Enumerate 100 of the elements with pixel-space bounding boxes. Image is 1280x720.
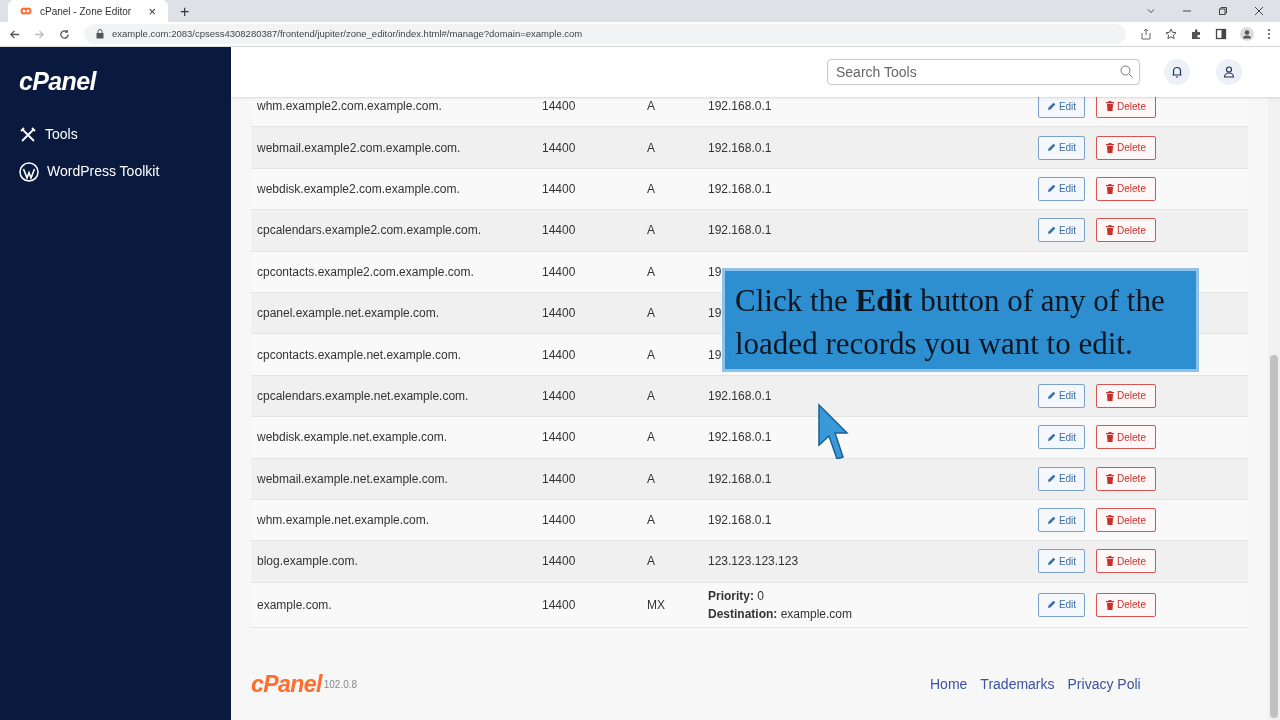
delete-button[interactable]: Delete	[1096, 466, 1156, 491]
trash-icon	[1106, 142, 1115, 153]
delete-button[interactable]: Delete	[1096, 97, 1156, 119]
edit-button[interactable]: Edit	[1038, 425, 1085, 450]
edit-button[interactable]: Edit	[1038, 176, 1085, 201]
tutorial-callout: Click the Edit button of any of the loaded records you want to edit.	[722, 268, 1199, 372]
trash-icon	[1106, 101, 1115, 112]
reload-icon[interactable]	[59, 28, 70, 40]
sidebar-item[interactable]: Tools	[19, 116, 231, 153]
table-cell-text: cpcontacts.example.net.example.com.	[257, 346, 463, 364]
footer-link[interactable]: Privacy Poli	[1067, 673, 1141, 695]
scrollbar[interactable]	[1268, 97, 1280, 720]
pencil-icon	[1046, 101, 1056, 111]
table-cell-text: Destination: example.com	[708, 605, 853, 623]
lock-icon	[96, 29, 104, 39]
table-cell-text: 14400	[542, 429, 577, 447]
trash-icon	[1106, 390, 1115, 401]
delete-button[interactable]: Delete	[1096, 218, 1156, 243]
table-cell-text: A	[647, 553, 656, 571]
table-cell-text: 192.168.0.1	[708, 180, 772, 198]
edit-button[interactable]: Edit	[1038, 218, 1085, 243]
edit-button[interactable]: Edit	[1038, 549, 1085, 574]
delete-button[interactable]: Delete	[1096, 176, 1156, 201]
tools-icon	[19, 125, 37, 144]
back-icon[interactable]	[9, 28, 20, 40]
edit-button[interactable]: Edit	[1038, 466, 1085, 491]
table-cell-text: Priority: 0	[708, 587, 765, 605]
delete-button[interactable]: Delete	[1096, 592, 1156, 617]
table-cell-text: 14400	[542, 98, 577, 116]
delete-button[interactable]: Delete	[1096, 508, 1156, 533]
table-cell-text: whm.example2.com.example.com.	[257, 98, 443, 116]
version-label: 102.0.8	[323, 677, 358, 692]
table-cell-text: MX	[647, 596, 666, 614]
pencil-icon	[1046, 184, 1056, 194]
table-cell-text: A	[647, 429, 656, 447]
delete-button[interactable]: Delete	[1096, 549, 1156, 574]
trash-icon	[1106, 515, 1115, 526]
table-cell-text: A	[647, 512, 656, 530]
new-tab-button[interactable]: +	[180, 4, 190, 20]
star-icon[interactable]	[1165, 28, 1177, 40]
table-cell-text: webmail.example.net.example.com.	[257, 470, 449, 488]
close-tab-button[interactable]: ×	[148, 4, 156, 18]
close-icon[interactable]	[1254, 6, 1264, 16]
table-cell-text: 192.168.0.1	[708, 222, 772, 240]
table-cell-text: 14400	[542, 346, 577, 364]
table-cell-text: cpcalendars.example2.com.example.com.	[257, 222, 483, 240]
profile-icon[interactable]	[1240, 27, 1254, 41]
side-panel-icon[interactable]	[1215, 28, 1227, 40]
bell-icon[interactable]	[1164, 59, 1190, 85]
trash-icon	[1106, 599, 1115, 610]
pencil-icon	[1046, 432, 1056, 442]
table-cell-text: 19	[708, 305, 722, 323]
pencil-icon	[1046, 143, 1056, 153]
user-icon[interactable]	[1216, 59, 1242, 85]
pencil-icon	[1046, 391, 1056, 401]
edit-button[interactable]: Edit	[1038, 383, 1085, 408]
delete-button[interactable]: Delete	[1096, 425, 1156, 450]
table-cell-text: A	[647, 346, 656, 364]
table-cell-text: cpanel.example.net.example.com.	[257, 305, 441, 323]
cpanel-logo: cPanel	[19, 69, 98, 94]
table-cell-text: 192.168.0.1	[708, 139, 772, 157]
table-cell-text: A	[647, 470, 656, 488]
pencil-icon	[1046, 225, 1056, 235]
footer-link[interactable]: Trademarks	[980, 673, 1055, 695]
edit-button[interactable]: Edit	[1038, 592, 1085, 617]
sidebar-item[interactable]: WordPress Toolkit	[19, 153, 231, 190]
share-icon[interactable]	[1140, 28, 1152, 40]
browser-tab[interactable]: cPanel - Zone Editor ×	[8, 0, 168, 22]
table-cell-text: 123.123.123.123	[708, 553, 799, 571]
table-cell-text: 14400	[542, 139, 577, 157]
edit-button[interactable]: Edit	[1038, 97, 1085, 119]
table-cell-text: webmail.example2.com.example.com.	[257, 139, 462, 157]
table-cell-text: 192.168.0.1	[708, 470, 772, 488]
pencil-icon	[1046, 557, 1056, 566]
table-cell-text: cpcalendars.example.net.example.com.	[257, 387, 470, 405]
table-cell-text: whm.example.net.example.com.	[257, 512, 431, 530]
delete-button[interactable]: Delete	[1096, 135, 1156, 160]
restore-icon[interactable]	[1218, 6, 1228, 16]
footer-link[interactable]: Home	[930, 673, 968, 695]
delete-button[interactable]: Delete	[1096, 383, 1156, 408]
edit-button[interactable]: Edit	[1038, 508, 1085, 533]
cursor-icon	[817, 403, 849, 459]
puzzle-icon[interactable]	[1190, 28, 1202, 40]
tab-title: cPanel - Zone Editor	[40, 4, 133, 19]
pencil-icon	[1046, 474, 1056, 484]
more-menu-icon[interactable]	[1267, 28, 1271, 40]
table-cell-text: 14400	[542, 305, 577, 323]
table-cell-text: A	[647, 180, 656, 198]
trash-icon	[1106, 432, 1115, 443]
address-bar[interactable]: example.com:2083/cpsess4308280387/frontend/jupiter/zone_editor/index.html#/manage?domain=example.com	[84, 24, 1126, 44]
table-cell-text: A	[647, 222, 656, 240]
table-cell-text: blog.example.com.	[257, 553, 359, 571]
trash-icon	[1106, 473, 1115, 484]
table-cell-text: A	[647, 305, 656, 323]
edit-button[interactable]: Edit	[1038, 135, 1085, 160]
trash-icon	[1106, 556, 1115, 567]
pencil-icon	[1046, 515, 1056, 525]
search-field[interactable]: Search Tools	[827, 59, 1140, 85]
pencil-icon	[1046, 600, 1056, 610]
wordpress-icon	[19, 161, 39, 182]
